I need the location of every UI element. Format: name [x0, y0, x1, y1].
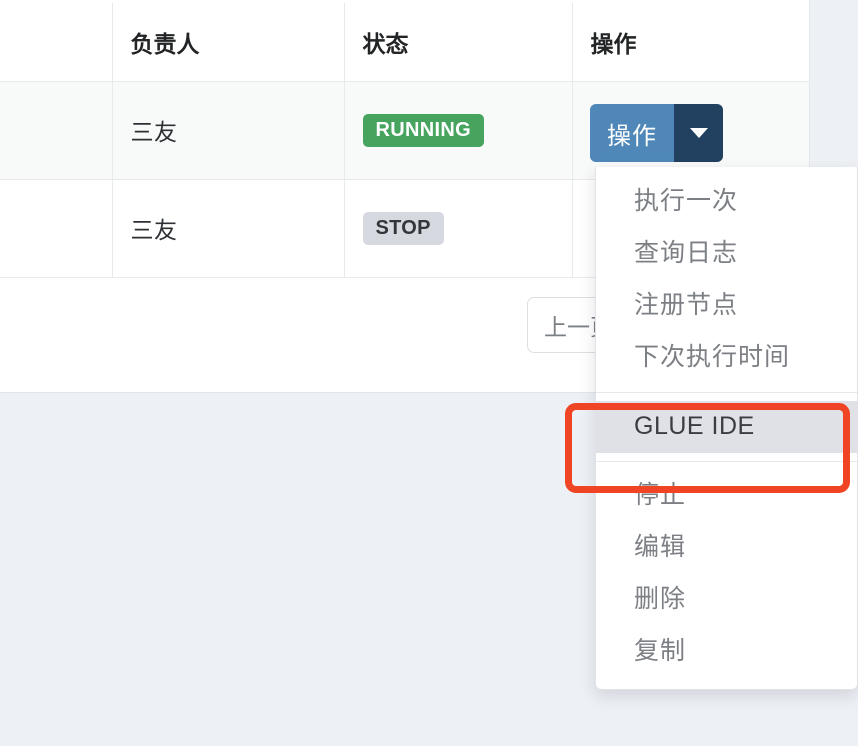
- menu-item-execute-once[interactable]: 执行一次: [596, 176, 857, 228]
- table-header: 负责人 状态 操作: [0, 3, 811, 82]
- menu-item-edit[interactable]: 编辑: [596, 522, 857, 574]
- menu-divider: [596, 461, 857, 462]
- status-badge: STOP: [362, 211, 444, 245]
- screen-root: 负责人 状态 操作 三友 RUNNING 三友 STOP 上一页 操作 执行一次…: [0, 0, 858, 746]
- cell-owner: 三友: [112, 80, 345, 180]
- cell-owner: 三友: [112, 178, 345, 278]
- cell-status: STOP: [344, 178, 573, 278]
- chevron-down-icon: [689, 128, 708, 138]
- column-header-spacer: [0, 3, 113, 82]
- column-header-status: 状态: [344, 3, 573, 82]
- status-badge: RUNNING: [362, 113, 484, 147]
- cell-status: RUNNING: [344, 80, 573, 180]
- menu-item-delete[interactable]: 删除: [596, 574, 857, 626]
- menu-item-register-node[interactable]: 注册节点: [596, 280, 857, 332]
- table-header-row: 负责人 状态 操作: [0, 3, 811, 82]
- column-header-owner: 负责人: [112, 3, 345, 82]
- menu-item-stop[interactable]: 停止: [596, 470, 857, 522]
- menu-item-next-exec-time[interactable]: 下次执行时间: [596, 332, 857, 384]
- menu-item-glue-ide[interactable]: GLUE IDE: [596, 401, 857, 453]
- menu-item-copy[interactable]: 复制: [596, 626, 857, 678]
- action-dropdown-toggle[interactable]: [674, 104, 723, 162]
- cell-spacer: [0, 80, 113, 180]
- action-button[interactable]: 操作: [590, 104, 674, 162]
- cell-spacer: [0, 178, 113, 278]
- action-dropdown-menu: 执行一次 查询日志 注册节点 下次执行时间 GLUE IDE 停止 编辑 删除 …: [595, 167, 858, 690]
- column-header-operation: 操作: [572, 3, 811, 82]
- menu-item-query-log[interactable]: 查询日志: [596, 228, 857, 280]
- action-split-button: 操作: [590, 104, 723, 162]
- menu-divider: [596, 392, 857, 393]
